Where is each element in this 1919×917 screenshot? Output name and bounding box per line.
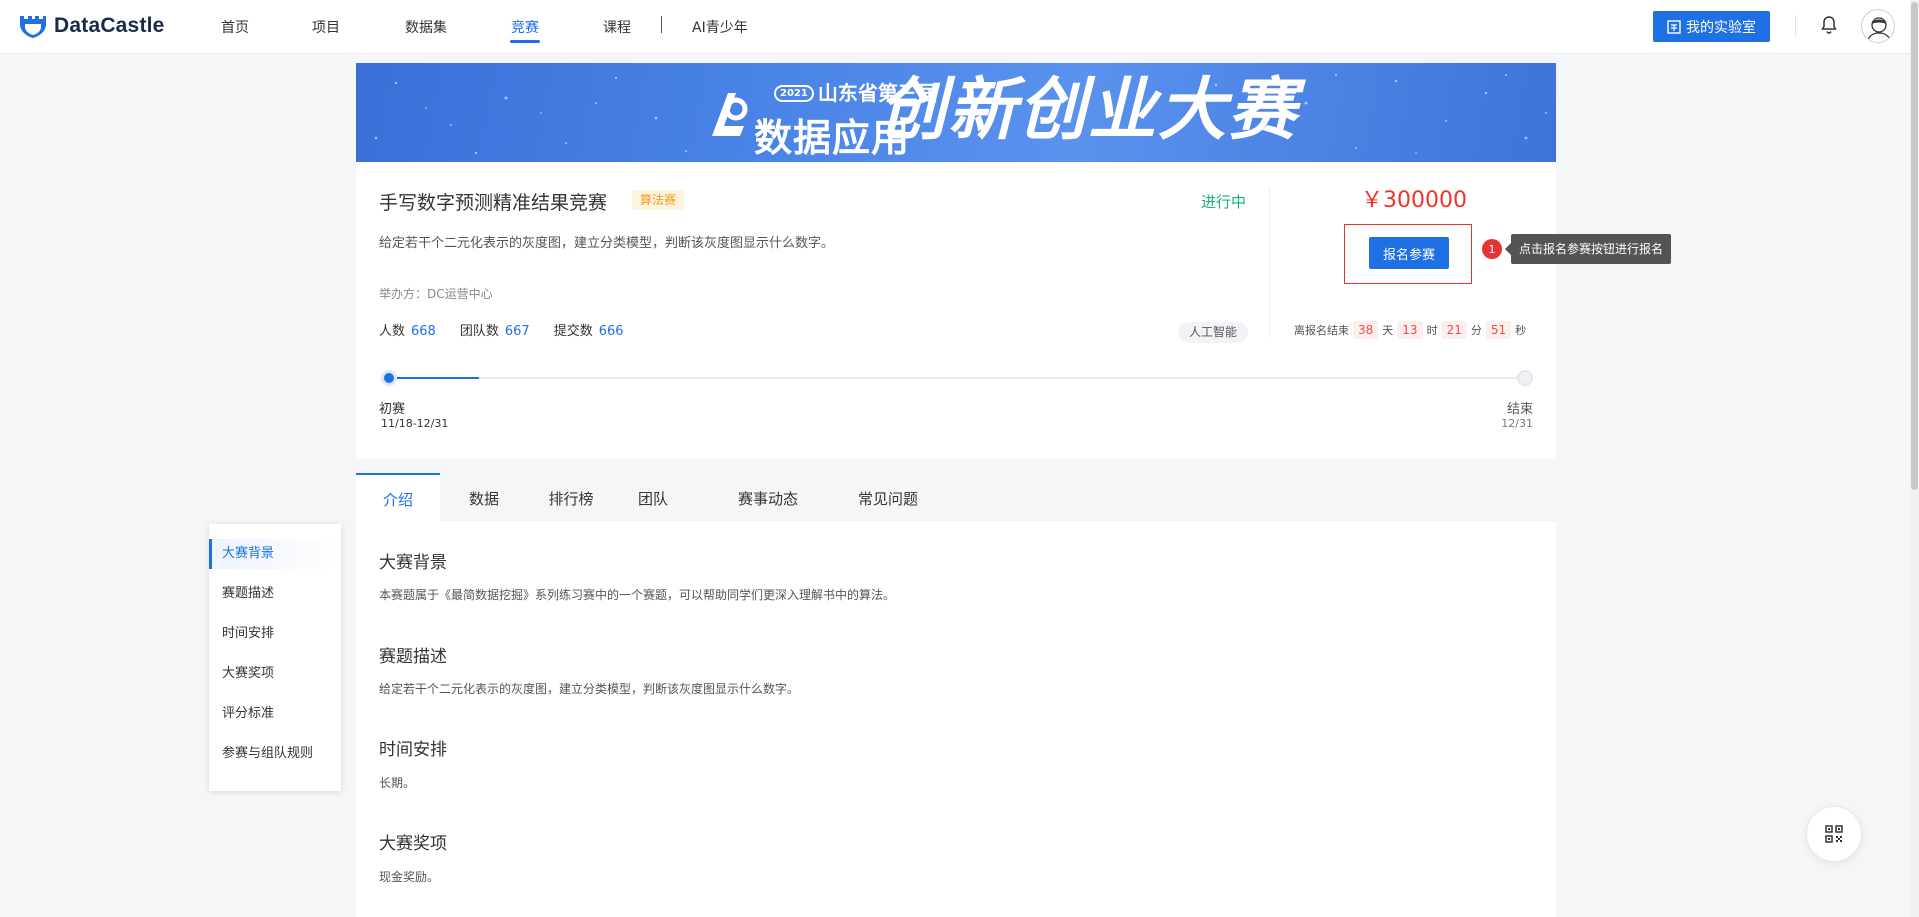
intro-content: 大赛背景 本赛题属于《最简数据挖掘》系列练习赛中的一个赛题，可以帮助同学们更深入… — [356, 522, 1556, 917]
nav-home[interactable]: 首页 — [221, 17, 249, 37]
banner-headline: 创新创业大赛 — [878, 71, 1299, 150]
side-nav-awards[interactable]: 大赛奖项 — [209, 659, 341, 699]
timeline-progress-fill — [389, 377, 480, 379]
stage-end-name: 结束 — [1506, 402, 1533, 417]
avatar-icon — [1866, 17, 1892, 42]
banner-year: 2021 — [774, 85, 814, 102]
nav-datasets[interactable]: 数据集 — [405, 17, 447, 37]
step-number-badge: 1 — [1482, 239, 1502, 259]
tab-team[interactable]: 团队 — [628, 473, 678, 522]
stat-label: 提交数 — [553, 324, 593, 339]
signup-tooltip: 点击报名参赛按钮进行报名 — [1504, 234, 1672, 264]
prize-amount: ￥300000 — [1361, 188, 1467, 213]
section-title: 时间安排 — [379, 740, 447, 760]
section-text: 现金奖励。 — [379, 870, 440, 884]
nav-projects[interactable]: 项目 — [312, 17, 340, 37]
side-nav-schedule[interactable]: 时间安排 — [209, 619, 341, 659]
stat-value: 666 — [598, 324, 624, 339]
stage-end-date: 12/31 — [1501, 417, 1533, 430]
countdown-label: 离报名结束 — [1294, 324, 1349, 337]
competition-status: 进行中 — [1201, 193, 1247, 211]
signup-countdown: 离报名结束 38 天 13 时 21 分 51 秒 — [1294, 321, 1526, 339]
side-nav-description[interactable]: 赛题描述 — [209, 579, 341, 619]
side-nav-scoring[interactable]: 评分标准 — [209, 699, 341, 739]
nav-ai-youth[interactable]: AI青少年 — [692, 17, 748, 37]
category-tag[interactable]: 人工智能 — [1178, 322, 1249, 343]
countdown-minutes-unit: 分 — [1470, 324, 1482, 337]
section-text: 长期。 — [379, 776, 416, 790]
banner-emblem-icon — [712, 93, 748, 136]
section-text: 本赛题属于《最简数据挖掘》系列练习赛中的一个赛题，可以帮助同学们更深入理解书中的… — [379, 588, 896, 602]
stat-teams: 团队数 667 — [460, 320, 530, 339]
countdown-days: 38 — [1353, 321, 1379, 339]
countdown-seconds: 51 — [1485, 321, 1512, 339]
competition-description: 给定若干个二元化表示的灰度图，建立分类模型，判断该灰度图显示什么数字。 — [379, 236, 835, 251]
stage-start-date: 11/18-12/31 — [381, 417, 449, 430]
countdown-hours: 13 — [1397, 321, 1423, 339]
nav-courses[interactable]: 课程 — [603, 17, 631, 37]
info-divider — [1269, 187, 1270, 337]
page-scrollbar[interactable] — [1910, 0, 1919, 917]
bell-icon[interactable] — [1819, 15, 1839, 35]
user-avatar[interactable] — [1861, 9, 1895, 43]
my-lab-label: 我的实验室 — [1686, 19, 1756, 36]
timeline-start-dot — [381, 370, 397, 386]
qr-code-icon — [1825, 825, 1843, 843]
my-lab-button[interactable]: 我的实验室 — [1653, 11, 1770, 42]
countdown-hours-unit: 时 — [1426, 324, 1438, 337]
scrollbar-thumb[interactable] — [1911, 2, 1918, 490]
competition-stats: 人数 668 团队数 667 提交数 666 — [379, 320, 648, 339]
brand-logo[interactable]: DataCastle — [18, 13, 165, 39]
competition-title: 手写数字预测精准结果竞赛 — [379, 192, 608, 214]
side-nav-background[interactable]: 大赛背景 — [209, 539, 341, 569]
detail-tabs: 介绍 数据 排行榜 团队 赛事动态 常见问题 — [356, 473, 1556, 522]
competition-info-card: 手写数字预测精准结果竞赛 算法赛 进行中 给定若干个二元化表示的灰度图，建立分类… — [356, 162, 1672, 459]
section-title: 赛题描述 — [379, 647, 447, 667]
nav-competitions[interactable]: 竞赛 — [511, 17, 539, 37]
timeline-track — [389, 377, 1519, 379]
stat-value: 668 — [411, 324, 436, 339]
section-title: 大赛背景 — [379, 553, 447, 573]
timeline-end-dot — [1517, 370, 1533, 386]
competition-organizer: 举办方：DC运营中心 — [379, 287, 493, 301]
stat-participants: 人数 668 — [379, 320, 436, 339]
tab-intro[interactable]: 介绍 — [356, 473, 440, 522]
header-divider — [1795, 15, 1796, 37]
brand-name: DataCastle — [54, 14, 165, 37]
nav-separator — [661, 16, 662, 33]
tab-leaderboard[interactable]: 排行榜 — [536, 473, 606, 522]
stat-submissions: 提交数 666 — [554, 320, 624, 339]
tab-news[interactable]: 赛事动态 — [728, 473, 808, 522]
countdown-minutes: 21 — [1441, 321, 1467, 339]
lab-icon — [1667, 19, 1681, 34]
castle-icon — [20, 16, 46, 38]
tab-faq[interactable]: 常见问题 — [848, 473, 928, 522]
side-nav-rules[interactable]: 参赛与组队规则 — [209, 739, 341, 779]
section-text: 给定若干个二元化表示的灰度图，建立分类模型，判断该灰度图显示什么数字。 — [379, 682, 800, 696]
tab-data[interactable]: 数据 — [454, 473, 514, 522]
competition-banner: 2021 山东省第三届 数据应用 创新创业大赛 — [356, 63, 1556, 162]
stat-label: 团队数 — [459, 324, 499, 339]
top-header: DataCastle 首页 项目 数据集 竞赛 课程 AI青少年 我的实验室 — [0, 0, 1919, 54]
competition-type-badge: 算法赛 — [632, 190, 685, 210]
stat-value: 667 — [504, 324, 530, 339]
nav-active-indicator — [510, 40, 540, 43]
signup-button[interactable]: 报名参赛 — [1369, 237, 1449, 269]
countdown-seconds-unit: 秒 — [1515, 324, 1527, 337]
countdown-days-unit: 天 — [1382, 324, 1394, 337]
stage-start-name: 初赛 — [379, 402, 406, 417]
stat-label: 人数 — [379, 324, 406, 339]
section-side-nav: 大赛背景 赛题描述 时间安排 大赛奖项 评分标准 参赛与组队规则 — [209, 524, 341, 791]
qr-code-button[interactable] — [1806, 806, 1862, 862]
section-title: 大赛奖项 — [379, 834, 447, 854]
